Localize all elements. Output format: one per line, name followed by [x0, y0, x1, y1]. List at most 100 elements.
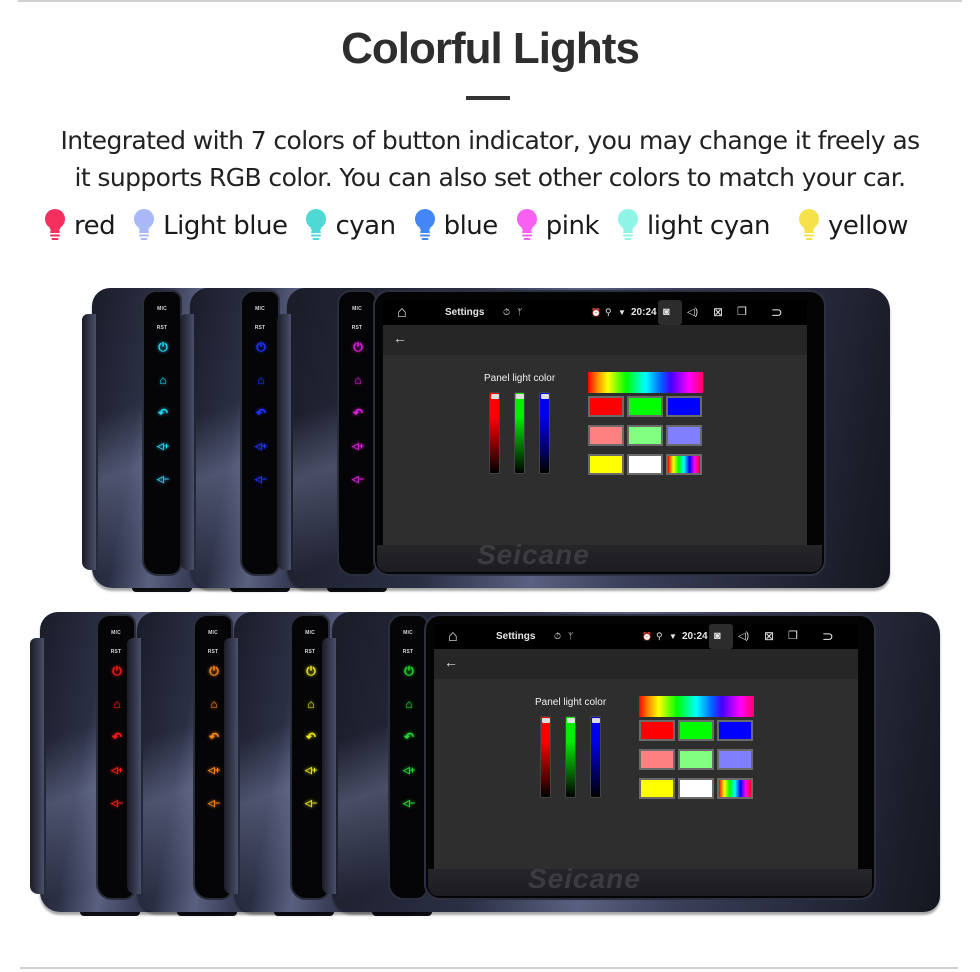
slider-knob[interactable] — [541, 394, 549, 399]
color-swatch[interactable] — [627, 396, 663, 417]
volume-up-icon[interactable]: ◁+ — [110, 763, 124, 777]
home-icon[interactable]: ⌂ — [402, 697, 416, 711]
time: 20:24 — [682, 631, 708, 642]
color-swatch[interactable] — [588, 454, 624, 475]
action-bar: ← — [383, 325, 807, 355]
mic-label: MIC — [157, 306, 167, 312]
volume-up-icon[interactable]: ◁+ — [254, 439, 268, 453]
color-swatch[interactable] — [666, 454, 702, 475]
wifi-icon: ▼ — [669, 632, 677, 641]
color-swatch[interactable] — [717, 720, 753, 741]
volume-down-icon[interactable]: ◁− — [207, 796, 221, 810]
color-swatch[interactable] — [717, 749, 753, 770]
close-window-icon[interactable]: ⊠ — [713, 300, 723, 325]
color-swatch[interactable] — [639, 778, 675, 799]
volume-up-icon[interactable]: ◁+ — [207, 763, 221, 777]
slider-knob[interactable] — [542, 718, 550, 723]
volume-icon[interactable]: ◁) — [687, 300, 698, 325]
camera-button-highlight — [709, 624, 733, 649]
return-icon[interactable]: ⊃ — [822, 624, 834, 649]
slider-knob[interactable] — [491, 394, 499, 399]
power-icon[interactable]: ⏻ — [207, 664, 221, 678]
slider-blue[interactable] — [590, 716, 601, 798]
color-swatch[interactable] — [639, 720, 675, 741]
color-swatch[interactable] — [678, 778, 714, 799]
color-swatch[interactable] — [627, 454, 663, 475]
slider-red[interactable] — [540, 716, 551, 798]
volume-down-icon[interactable]: ◁− — [156, 472, 170, 486]
head-unit: MIC RST ⏻ ⌂ ↶ ◁+ ◁− ⌂ Settings ⏱ ᛘ ⏰ ⚲ ▼ 20:24 ◙ ◁) ⊠ ❐ ⊃ ← P… — [322, 612, 940, 912]
side-bezel — [180, 314, 194, 570]
home-icon[interactable]: ⌂ — [448, 624, 458, 649]
volume-icon[interactable]: ◁) — [738, 624, 749, 649]
slider-red[interactable] — [489, 392, 500, 474]
back-icon[interactable]: ↶ — [254, 406, 268, 420]
color-swatch[interactable] — [678, 749, 714, 770]
head-unit: MIC RST ⏻ ⌂ ↶ ◁+ ◁− ⌂ Settings ⏱ ᛘ ⏰ ⚲ ▼ 20:24 ◙ ◁) ⊠ ❐ ⊃ ← P… — [277, 288, 890, 588]
volume-up-icon[interactable]: ◁+ — [402, 763, 416, 777]
color-spectrum[interactable] — [588, 372, 703, 393]
back-icon[interactable]: ↶ — [156, 406, 170, 420]
arrow-left-icon[interactable]: ← — [444, 654, 458, 670]
color-swatch[interactable] — [666, 425, 702, 446]
slider-knob[interactable] — [567, 718, 575, 723]
mic-label: MIC — [305, 630, 315, 636]
camera-icon[interactable]: ◙ — [714, 624, 721, 649]
panel-light-color-label: Panel light color — [535, 697, 607, 708]
slider-green[interactable] — [514, 392, 525, 474]
color-swatch[interactable] — [666, 396, 702, 417]
time: 20:24 — [631, 307, 657, 318]
back-icon[interactable]: ↶ — [402, 730, 416, 744]
color-spectrum[interactable] — [639, 696, 754, 717]
usb-icon: ᛘ — [517, 307, 523, 317]
power-icon[interactable]: ⏻ — [304, 664, 318, 678]
slider-knob[interactable] — [592, 718, 600, 723]
home-icon[interactable]: ⌂ — [110, 697, 124, 711]
slider-green[interactable] — [565, 716, 576, 798]
back-icon[interactable]: ↶ — [351, 406, 365, 420]
volume-down-icon[interactable]: ◁− — [254, 472, 268, 486]
home-icon[interactable]: ⌂ — [304, 697, 318, 711]
mic-label: MIC — [403, 630, 413, 636]
volume-down-icon[interactable]: ◁− — [304, 796, 318, 810]
power-icon[interactable]: ⏻ — [351, 340, 365, 354]
back-icon[interactable]: ↶ — [110, 730, 124, 744]
volume-down-icon[interactable]: ◁− — [110, 796, 124, 810]
color-swatch[interactable] — [717, 778, 753, 799]
close-window-icon[interactable]: ⊠ — [764, 624, 774, 649]
home-icon[interactable]: ⌂ — [397, 300, 407, 325]
volume-up-icon[interactable]: ◁+ — [156, 439, 170, 453]
color-swatch[interactable] — [627, 425, 663, 446]
volume-down-icon[interactable]: ◁− — [402, 796, 416, 810]
return-icon[interactable]: ⊃ — [771, 300, 783, 325]
camera-icon[interactable]: ◙ — [663, 300, 670, 325]
back-icon[interactable]: ↶ — [304, 730, 318, 744]
recent-apps-icon[interactable]: ❐ — [737, 300, 747, 325]
color-swatch[interactable] — [678, 720, 714, 741]
slider-blue[interactable] — [539, 392, 550, 474]
volume-down-icon[interactable]: ◁− — [351, 472, 365, 486]
volume-up-icon[interactable]: ◁+ — [351, 439, 365, 453]
back-icon[interactable]: ↶ — [207, 730, 221, 744]
color-swatch[interactable] — [588, 425, 624, 446]
side-bezel — [82, 314, 96, 570]
settings-title: Settings — [445, 307, 485, 318]
slider-knob[interactable] — [516, 394, 524, 399]
status-bar: ⌂ Settings ⏱ ᛘ ⏰ ⚲ ▼ 20:24 ◙ ◁) ⊠ ❐ ⊃ — [383, 300, 807, 325]
color-swatch[interactable] — [639, 749, 675, 770]
bottom-divider — [20, 967, 958, 969]
home-icon[interactable]: ⌂ — [156, 373, 170, 387]
recent-apps-icon[interactable]: ❐ — [788, 624, 798, 649]
color-swatch[interactable] — [588, 396, 624, 417]
power-icon[interactable]: ⏻ — [254, 340, 268, 354]
rst-label: RST — [402, 649, 414, 655]
mic-label: MIC — [111, 630, 121, 636]
power-icon[interactable]: ⏻ — [110, 664, 124, 678]
home-icon[interactable]: ⌂ — [351, 373, 365, 387]
volume-up-icon[interactable]: ◁+ — [304, 763, 318, 777]
arrow-left-icon[interactable]: ← — [393, 330, 407, 346]
power-icon[interactable]: ⏻ — [156, 340, 170, 354]
home-icon[interactable]: ⌂ — [207, 697, 221, 711]
power-icon[interactable]: ⏻ — [402, 664, 416, 678]
home-icon[interactable]: ⌂ — [254, 373, 268, 387]
